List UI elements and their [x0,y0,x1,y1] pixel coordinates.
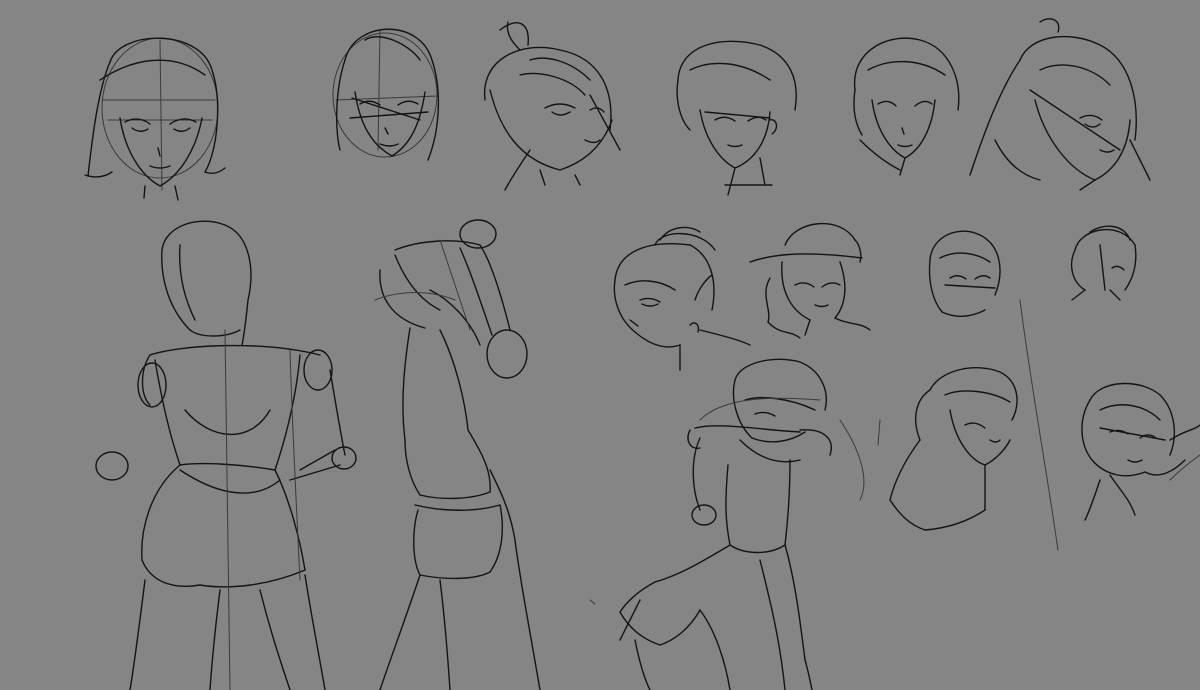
head-sketch-small-side [1070,225,1137,301]
head-sketch-long-hair-tilt [969,18,1151,191]
head-sketch-three-quarter [332,28,440,161]
construction-lines [877,299,1200,551]
head-sketch-front-bob [84,37,226,201]
head-sketch-small-bob [928,230,1001,317]
figure-sketch-action-pose [589,358,865,690]
head-sketch-ponytail [483,21,621,191]
head-sketch-round-bob [853,37,960,176]
head-sketch-short-hair [676,40,797,196]
figure-sketch-side-arm-raised [374,219,541,690]
figure-sketch-back-view [95,220,357,690]
head-sketch-looking-down [613,226,751,371]
head-sketch-wavy-hair [1081,382,1200,521]
head-sketch-swept-hair [889,366,1018,531]
sketch-canvas [84,18,1200,690]
head-sketch-with-cap [749,222,871,339]
